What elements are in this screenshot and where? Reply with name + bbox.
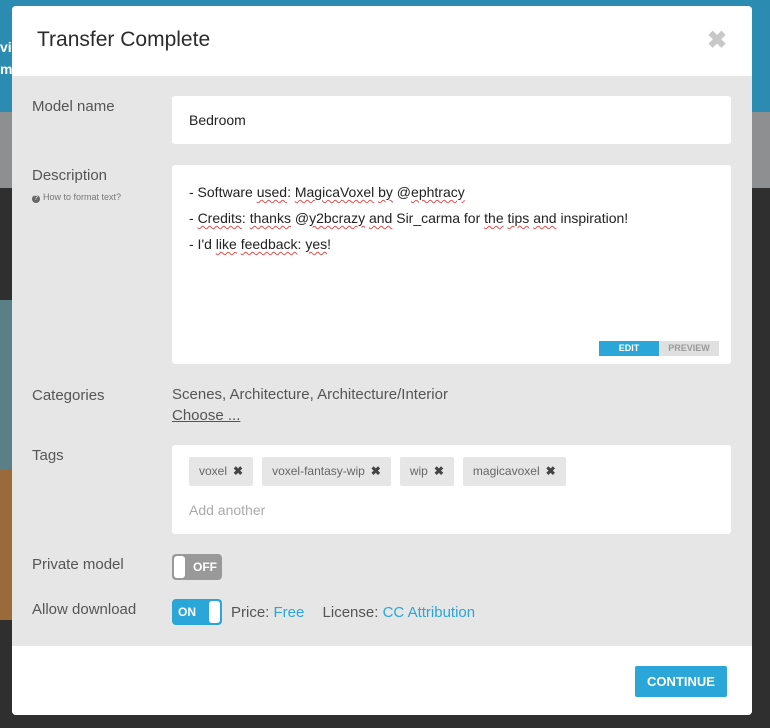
tag-chip: voxel-fantasy-wip ✖ (262, 457, 391, 486)
preview-tab[interactable]: PREVIEW (659, 341, 719, 356)
toggle-state: ON (178, 605, 196, 619)
edit-tab[interactable]: EDIT (599, 341, 659, 356)
tag-label: voxel-fantasy-wip (272, 464, 365, 478)
private-model-toggle[interactable]: OFF (172, 554, 222, 580)
remove-tag-icon[interactable]: ✖ (434, 457, 444, 486)
close-icon[interactable]: ✖ (706, 29, 728, 53)
model-name-field[interactable]: Bedroom (172, 96, 731, 144)
categories-value: Scenes, Architecture, Architecture/Inter… (172, 386, 448, 403)
tag-label: magicavoxel (472, 464, 540, 478)
remove-tag-icon[interactable]: ✖ (233, 457, 243, 486)
tags-label: Tags (32, 447, 64, 464)
choose-categories-link[interactable]: Choose ... (172, 407, 240, 424)
tags-field[interactable]: voxel ✖ voxel-fantasy-wip ✖ wip ✖ magicavox… (172, 445, 731, 534)
tag-chip: wip ✖ (399, 457, 454, 486)
toggle-knob (174, 556, 185, 578)
private-model-label: Private model (32, 556, 124, 573)
description-line: - Credits: thanks @y2bcrazy and Sir_carm… (189, 210, 629, 226)
tag-label: voxel (199, 464, 228, 478)
price-link[interactable]: Free (274, 604, 305, 621)
toggle-knob (209, 601, 220, 623)
allow-download-label: Allow download (32, 601, 137, 618)
transfer-complete-dialog: Transfer Complete ✖ Model name Bedroom D… (12, 6, 752, 715)
price-label: Price: (231, 604, 270, 621)
add-tag-input[interactable]: Add another (189, 502, 265, 518)
allow-download-toggle[interactable]: ON (172, 599, 222, 625)
dialog-footer: CONTINUE (12, 646, 752, 715)
remove-tag-icon[interactable]: ✖ (546, 457, 556, 486)
editor-mode-toggle: EDIT PREVIEW (599, 341, 719, 356)
license-label: License: (322, 604, 379, 621)
description-textarea[interactable]: - Software used: MagicaVoxel by @ephtrac… (172, 165, 731, 364)
description-text: - Software used: MagicaVoxel by @ephtrac… (189, 179, 628, 257)
background-text: vi m (0, 39, 13, 77)
dialog-header: Transfer Complete ✖ (12, 6, 752, 76)
model-name-label: Model name (32, 98, 115, 115)
tag-chip: magicavoxel ✖ (462, 457, 566, 486)
description-label: Description (32, 167, 108, 184)
description-line: - I'd like feedback: yes! (189, 236, 331, 252)
download-info: Price: Free License: CC Attribution (231, 604, 475, 621)
description-line: - Software used: MagicaVoxel by @ephtrac… (189, 184, 465, 200)
license-link[interactable]: CC Attribution (383, 604, 476, 621)
question-icon: ? (32, 195, 40, 203)
format-help-link[interactable]: ? How to format text? (32, 192, 121, 203)
tag-label: wip (409, 464, 428, 478)
dialog-title: Transfer Complete (37, 28, 211, 51)
model-name-value: Bedroom (189, 112, 246, 128)
tag-chip: voxel ✖ (189, 457, 254, 486)
dialog-body: Model name Bedroom Description ? How to f… (12, 76, 752, 646)
toggle-state: OFF (193, 560, 217, 574)
tag-list: voxel ✖ voxel-fantasy-wip ✖ wip ✖ magicavox… (189, 457, 566, 486)
remove-tag-icon[interactable]: ✖ (371, 457, 381, 486)
continue-button[interactable]: CONTINUE (635, 666, 727, 697)
categories-label: Categories (32, 387, 105, 404)
